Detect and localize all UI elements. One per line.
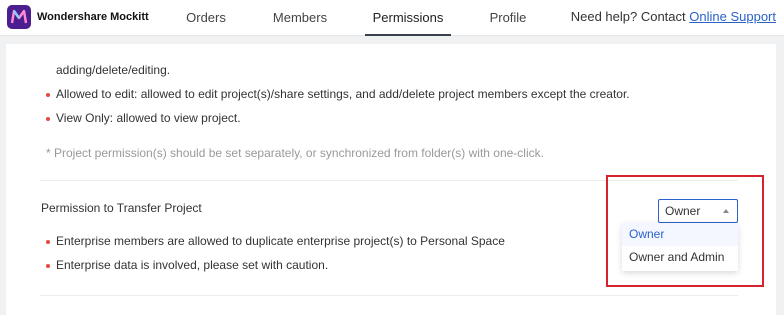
tab-profile[interactable]: Profile: [483, 0, 533, 36]
bullet-dot-icon: [46, 264, 50, 268]
transfer-section-title: Permission to Transfer Project: [41, 201, 202, 215]
dropdown-option-owner[interactable]: Owner: [622, 223, 738, 246]
top-nav-bar: Wondershare Mockitt Orders Members Permi…: [0, 0, 784, 36]
brand[interactable]: Wondershare Mockitt: [7, 5, 149, 29]
dropdown-option-owner-admin[interactable]: Owner and Admin: [622, 246, 738, 269]
continued-text: adding/delete/editing.: [56, 63, 171, 77]
tab-orders[interactable]: Orders: [176, 0, 236, 36]
transfer-item-caution: Enterprise data is involved, please set …: [56, 258, 329, 272]
transfer-item-duplicate: Enterprise members are allowed to duplic…: [56, 234, 505, 248]
tab-members[interactable]: Members: [267, 0, 333, 36]
help-contact: Need help? Contact Online Support: [571, 0, 776, 36]
brand-name: Wondershare Mockitt: [37, 11, 149, 23]
select-value: Owner: [665, 204, 701, 218]
bullet-dot-icon: [46, 117, 50, 121]
help-text: Need help? Contact: [570, 9, 686, 24]
transfer-permission-dropdown: Owner Owner and Admin: [622, 223, 738, 271]
section-divider: [40, 295, 738, 296]
online-support-link[interactable]: Online Support: [689, 9, 776, 24]
caret-up-icon: [723, 209, 729, 213]
tab-permissions[interactable]: Permissions: [365, 0, 451, 36]
permission-note: * Project permission(s) should be set se…: [46, 146, 544, 160]
transfer-permission-select[interactable]: Owner: [658, 199, 738, 223]
bullet-dot-icon: [46, 240, 50, 244]
mockitt-logo-icon: [7, 5, 31, 29]
bullet-dot-icon: [46, 93, 50, 97]
permission-item-edit: Allowed to edit: allowed to edit project…: [56, 87, 630, 101]
permission-item-view: View Only: allowed to view project.: [56, 111, 241, 125]
